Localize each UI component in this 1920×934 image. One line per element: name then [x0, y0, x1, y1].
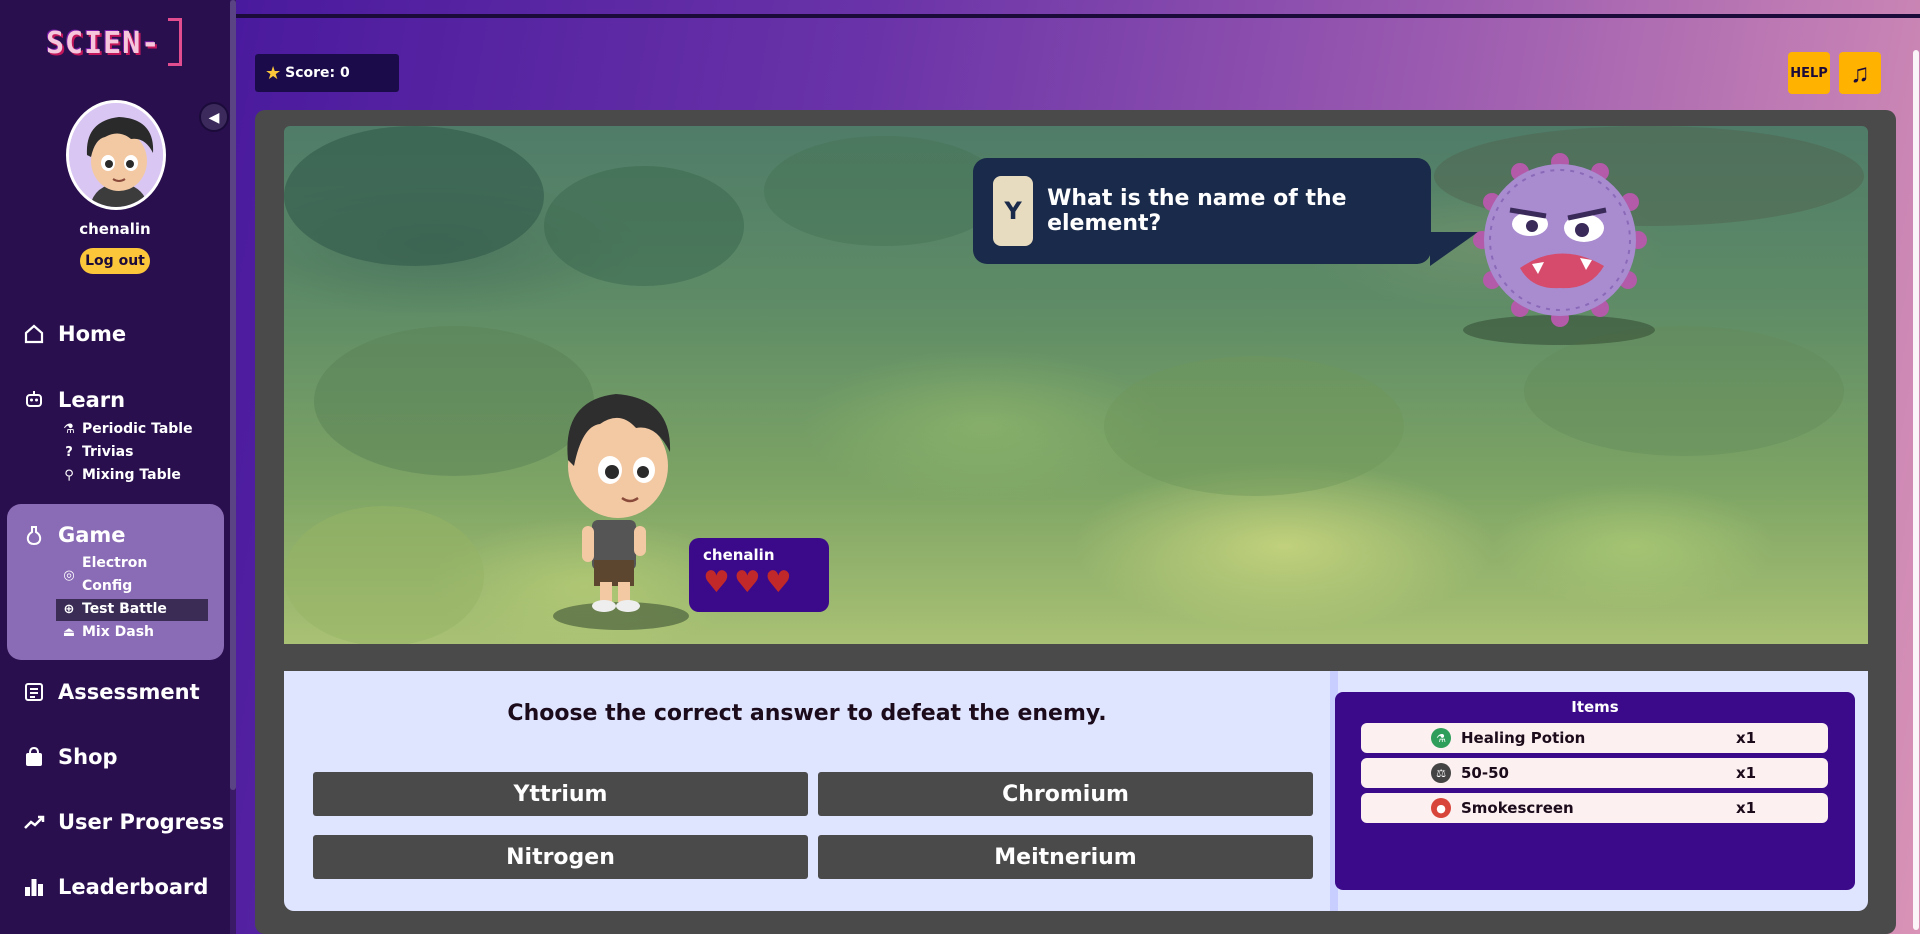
music-toggle-button[interactable]: ♫: [1839, 52, 1881, 94]
nav-shop-label: Shop: [58, 745, 118, 769]
nav-assessment-label: Assessment: [58, 680, 200, 704]
sidebar-item-electron-config[interactable]: ◎ Electron Config: [62, 552, 162, 598]
scale-icon: ⚖: [1431, 763, 1451, 783]
trending-up-icon: [22, 810, 46, 834]
bush: [544, 166, 744, 286]
bush: [284, 506, 484, 644]
answer-prompt: Choose the correct answer to defeat the …: [507, 701, 1107, 726]
item-quantity: x1: [1736, 764, 1757, 782]
item-name: Healing Potion: [1461, 729, 1586, 747]
sidebar-item-label: Periodic Table: [82, 421, 193, 437]
answer-button[interactable]: Nitrogen: [313, 835, 808, 879]
sidebar: SCIEN- ◀ chenalin Log out Home Learn ⚗ P…: [0, 0, 235, 934]
flask-icon: ⚗: [63, 422, 75, 437]
sidebar-item-trivias[interactable]: ? Trivias: [62, 441, 133, 464]
crosshair-icon: ⊕: [63, 602, 75, 617]
player-hearts: ♥ ♥ ♥: [703, 568, 815, 598]
question-text: What is the name of the element?: [1047, 186, 1347, 236]
bar-chart-icon: [22, 875, 46, 899]
sidebar-item-label: Trivias: [82, 444, 134, 460]
nav-shop[interactable]: Shop: [22, 745, 118, 769]
item-name: Smokescreen: [1461, 799, 1574, 817]
arrow-left-icon: ◀: [208, 108, 220, 125]
answer-button[interactable]: Chromium: [818, 772, 1313, 816]
player-character: [548, 370, 688, 620]
nav-learn-label: Learn: [58, 388, 126, 412]
music-note-icon: ♫: [1850, 57, 1870, 88]
logo-bracket: [168, 18, 182, 66]
item-quantity: x1: [1736, 729, 1757, 747]
sidebar-item-test-battle[interactable]: ⊕ Test Battle: [62, 598, 167, 621]
app-logo[interactable]: SCIEN-: [44, 14, 186, 70]
bush: [764, 136, 1004, 246]
items-title: Items: [1571, 698, 1619, 716]
nav-game[interactable]: Game: [22, 523, 126, 547]
player-name: chenalin: [703, 546, 775, 564]
star-icon: ★: [265, 62, 282, 84]
nav-user-progress-label: User Progress: [58, 810, 225, 834]
logo-text: SCIEN-: [46, 26, 161, 61]
heart-icon: ♥: [764, 565, 792, 600]
bush: [1524, 326, 1844, 456]
home-icon: [22, 322, 46, 346]
logout-button[interactable]: Log out: [80, 248, 150, 274]
nav-game-label: Game: [58, 523, 126, 547]
items-box: Items ⚗ Healing Potion x1 ⚖ 50-50 x1 ● S…: [1335, 692, 1855, 890]
eject-icon: ⏏: [62, 625, 76, 640]
heart-icon: ♥: [733, 565, 761, 600]
item-row-healing-potion[interactable]: ⚗ Healing Potion x1: [1361, 723, 1828, 753]
player-status-card: chenalin ♥ ♥ ♥: [689, 538, 829, 612]
avatar: [66, 100, 166, 210]
collapse-sidebar-button[interactable]: ◀: [199, 102, 229, 132]
sidebar-item-mix-dash[interactable]: ⏏ Mix Dash: [62, 621, 154, 644]
answer-button[interactable]: Yttrium: [313, 772, 808, 816]
bush: [1104, 356, 1404, 496]
element-symbol-card: Y: [993, 176, 1034, 246]
sidebar-item-label: Test Battle: [82, 601, 167, 617]
score-label: Score: 0: [285, 65, 350, 81]
sidebar-item-label: Mix Dash: [82, 624, 155, 640]
sidebar-item-mixing-table[interactable]: ⚲ Mixing Table: [62, 464, 181, 487]
main-scrollbar[interactable]: [1912, 18, 1920, 934]
target-icon: ◎: [63, 568, 75, 583]
bush: [284, 126, 544, 266]
item-row-smokescreen[interactable]: ● Smokescreen x1: [1361, 793, 1828, 823]
sidebar-item-label: Electron Config: [82, 555, 148, 594]
potion-icon: ⚗: [1431, 728, 1451, 748]
nav-user-progress[interactable]: User Progress: [22, 810, 224, 834]
nav-home-label: Home: [58, 322, 127, 346]
nav-home[interactable]: Home: [22, 322, 126, 346]
answer-button[interactable]: Meitnerium: [818, 835, 1313, 879]
help-button[interactable]: HELP: [1788, 52, 1830, 94]
smoke-bomb-icon: ●: [1431, 798, 1451, 818]
item-row-50-50[interactable]: ⚖ 50-50 x1: [1361, 758, 1828, 788]
sidebar-item-periodic-table[interactable]: ⚗ Periodic Table: [62, 418, 193, 441]
nav-assessment[interactable]: Assessment: [22, 680, 200, 704]
answer-panel: Choose the correct answer to defeat the …: [284, 671, 1330, 911]
main-scrollbar-thumb[interactable]: [1913, 50, 1919, 930]
shopping-bag-icon: [22, 745, 46, 769]
nav-leaderboard[interactable]: Leaderboard: [22, 875, 208, 899]
question-bubble: Y What is the name of the element?: [973, 158, 1431, 264]
username: chenalin: [79, 220, 151, 238]
robot-icon: [22, 388, 46, 412]
nav-learn[interactable]: Learn: [22, 388, 125, 412]
potion-icon: [22, 523, 46, 547]
virus-enemy: [1460, 140, 1660, 340]
item-name: 50-50: [1461, 764, 1509, 782]
checklist-icon: [22, 680, 46, 704]
sidebar-item-label: Mixing Table: [82, 467, 181, 483]
nav-leaderboard-label: Leaderboard: [58, 875, 209, 899]
question-icon: ?: [65, 445, 73, 460]
item-quantity: x1: [1736, 799, 1757, 817]
microscope-icon: ⚲: [64, 468, 74, 483]
heart-icon: ♥: [703, 565, 730, 600]
score-display: ★ Score: 0: [255, 54, 399, 92]
top-divider: [236, 14, 1920, 18]
